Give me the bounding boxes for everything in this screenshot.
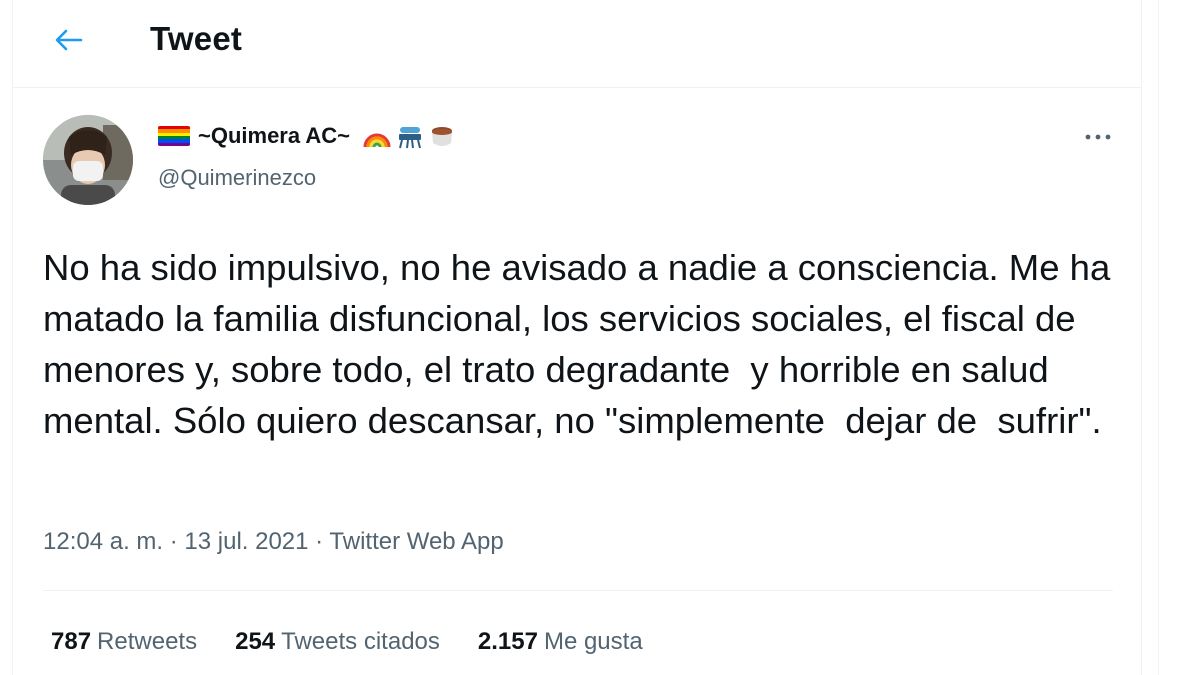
rainbow-icon (363, 133, 391, 148)
author-name-row[interactable]: ~Quimera AC~ (158, 123, 456, 149)
likes-label: Me gusta (543, 628, 643, 655)
back-button[interactable] (43, 18, 93, 62)
stove-icon (399, 127, 422, 149)
author-display-name: ~Quimera AC~ (198, 123, 351, 148)
quote-tweets-stat[interactable]: 254 Tweets citados (235, 628, 440, 656)
divider (43, 590, 1113, 591)
avatar[interactable] (43, 115, 133, 205)
retweets-count: 787 (51, 628, 92, 655)
sidebar-divider (1158, 0, 1159, 675)
quotes-label: Tweets citados (281, 628, 440, 655)
tweet-timestamp[interactable]: 12:04 a. m. · 13 jul. 2021 · Twitter Web… (43, 528, 504, 556)
author-handle[interactable]: @Quimerinezco (158, 165, 316, 191)
likes-stat[interactable]: 2.157 Me gusta (478, 628, 643, 656)
name-emojis (362, 123, 456, 149)
tweet-stats: 787 Retweets 254 Tweets citados 2.157 Me gu… (51, 628, 643, 656)
avatar-image (43, 115, 133, 205)
tweet-column: Tweet ~Quimera AC~ @Quimerinezco No ha s… (12, 0, 1142, 675)
retweets-label: Retweets (97, 628, 198, 655)
more-horizontal-icon (1085, 134, 1111, 140)
header: Tweet (13, 0, 1141, 88)
rainbow-flag-icon (158, 126, 190, 146)
likes-count: 2.157 (477, 628, 538, 655)
page-title: Tweet (150, 20, 243, 57)
pot-icon (432, 127, 453, 146)
more-button[interactable] (1078, 122, 1118, 152)
retweets-stat[interactable]: 787 Retweets (51, 628, 197, 656)
tweet-text: No ha sido impulsivo, no he avisado a na… (43, 247, 1121, 441)
arrow-left-icon (55, 29, 83, 51)
quotes-count: 254 (235, 628, 276, 655)
